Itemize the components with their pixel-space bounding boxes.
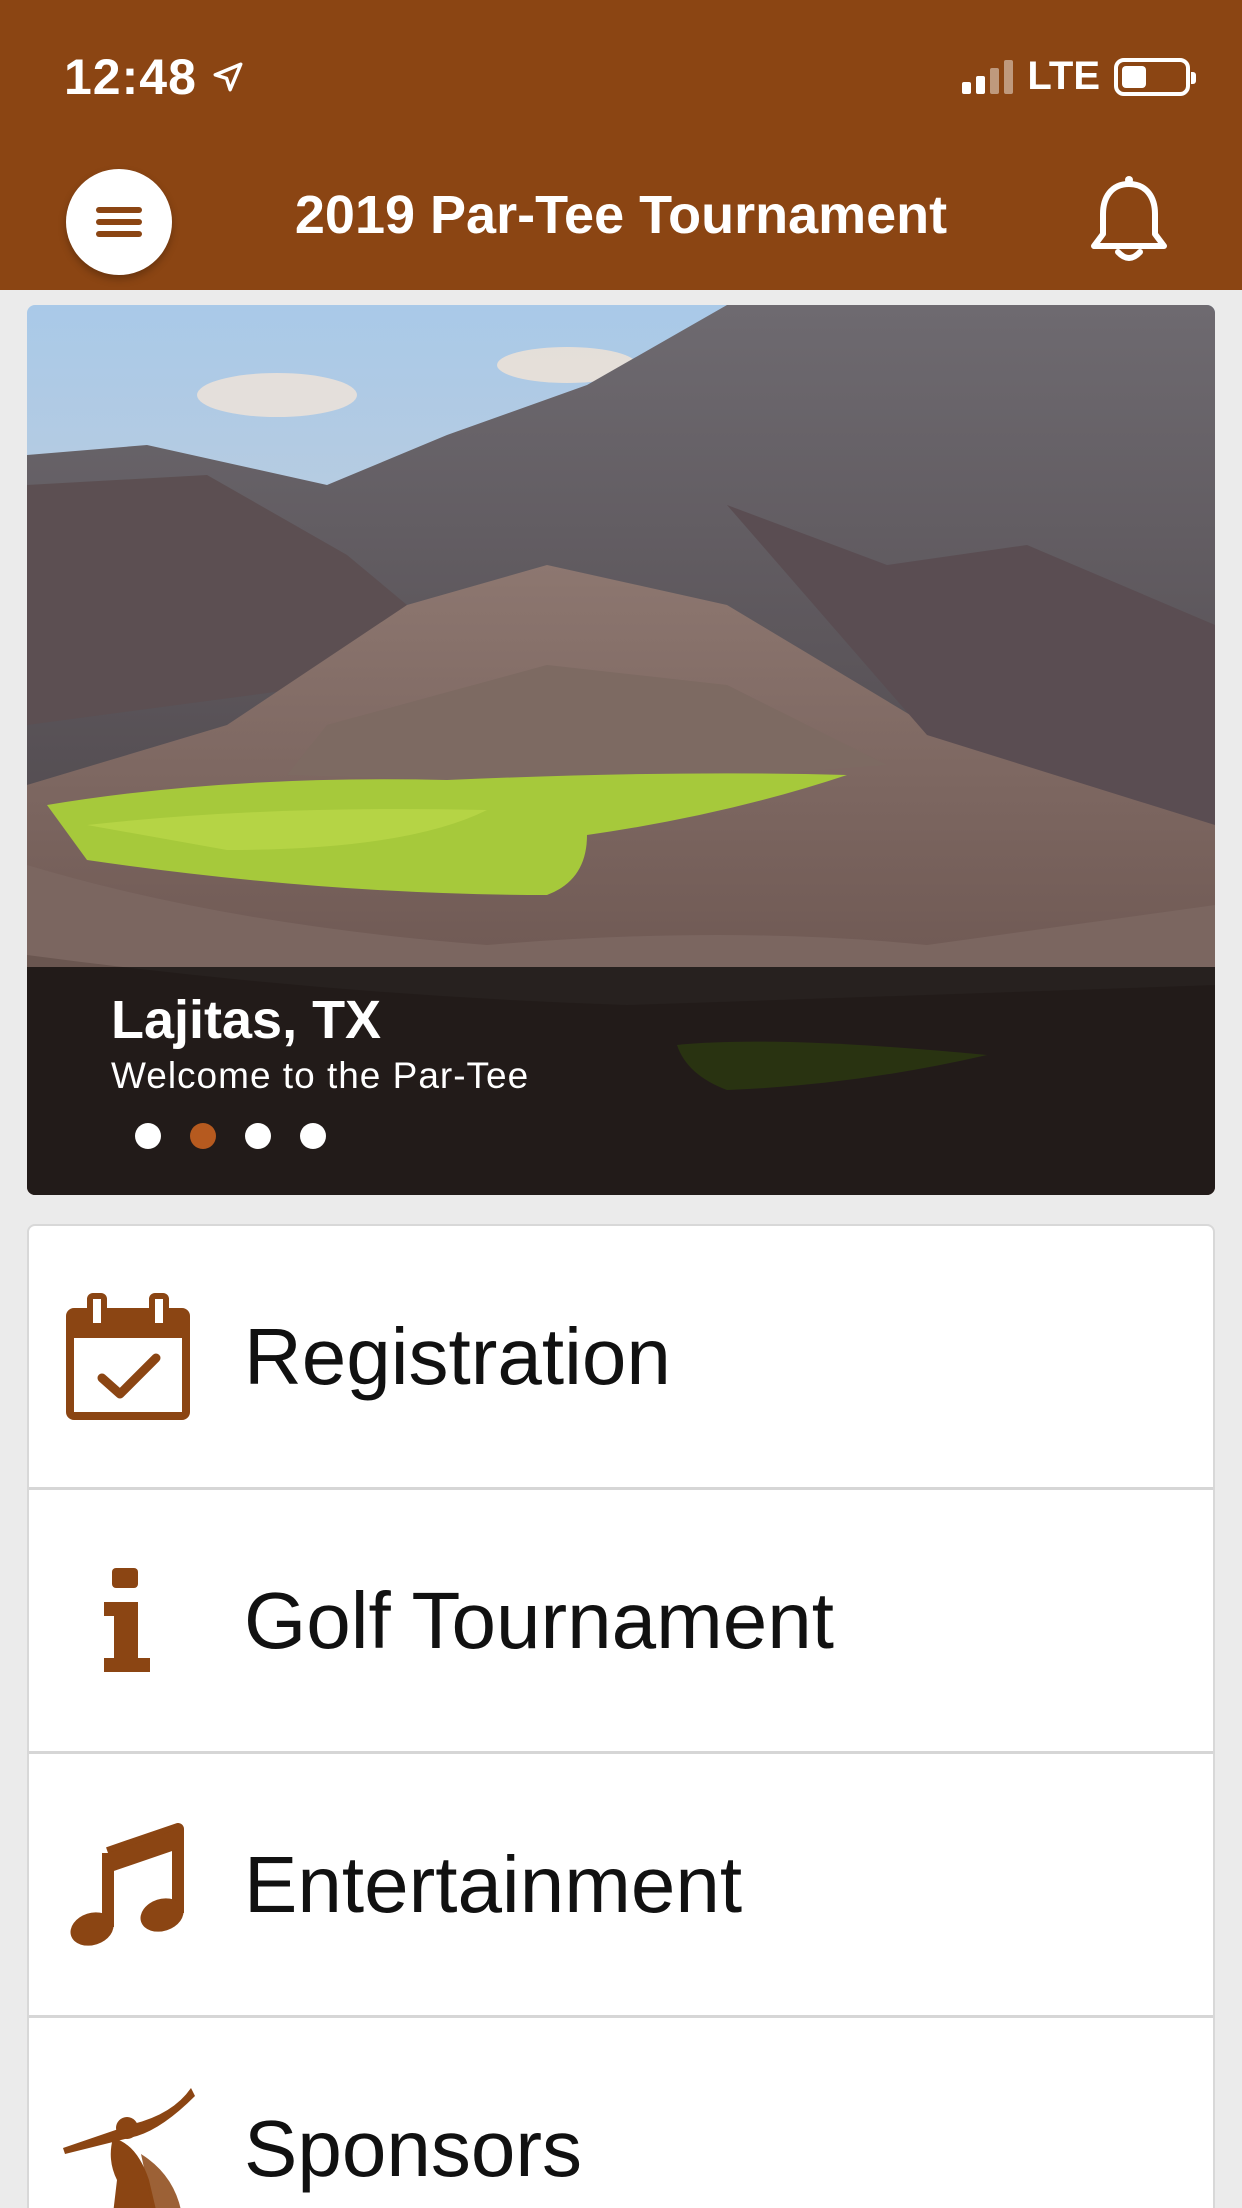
carousel-dot[interactable] xyxy=(245,1123,271,1149)
menu-item-label: Registration xyxy=(244,1311,671,1401)
carousel-dot[interactable] xyxy=(300,1123,326,1149)
menu-item-entertainment[interactable]: Entertainment xyxy=(29,1754,1213,2018)
status-time-text: 12:48 xyxy=(64,49,197,105)
music-note-icon xyxy=(53,1810,203,1960)
status-indicators: LTE xyxy=(962,54,1196,99)
horn-figure-icon xyxy=(53,2074,203,2208)
menu-item-label: Sponsors xyxy=(244,2103,582,2193)
hero-carousel[interactable]: Lajitas, TX Welcome to the Par-Tee xyxy=(27,305,1215,1195)
carousel-dot[interactable] xyxy=(135,1123,161,1149)
battery-icon xyxy=(1114,57,1196,96)
network-type: LTE xyxy=(1027,54,1100,98)
menu-item-registration[interactable]: Registration xyxy=(29,1226,1213,1490)
notification-bell-icon[interactable] xyxy=(1086,172,1172,266)
signal-icon xyxy=(962,59,1014,94)
hero-subtitle: Welcome to the Par-Tee xyxy=(111,1055,530,1096)
menu-item-golf-tournament[interactable]: Golf Tournament xyxy=(29,1490,1213,1754)
status-time: 12:48 xyxy=(64,48,245,106)
hero-title: Lajitas, TX xyxy=(111,990,382,1050)
menu-item-sponsors[interactable]: Sponsors xyxy=(29,2018,1213,2208)
menu-item-label: Golf Tournament xyxy=(244,1575,834,1665)
carousel-dot-active[interactable] xyxy=(190,1123,216,1149)
hero-caption: Lajitas, TX Welcome to the Par-Tee xyxy=(27,967,1215,1195)
menu-list: Registration Golf Tournament Entertainme… xyxy=(27,1224,1215,2208)
menu-item-label: Entertainment xyxy=(244,1839,743,1929)
carousel-pagination xyxy=(135,1123,326,1149)
app-header: 12:48 LTE 2019 Par-Tee Tournament xyxy=(0,0,1242,290)
page-title: 2019 Par-Tee Tournament xyxy=(294,185,948,245)
location-arrow-icon xyxy=(213,62,243,92)
calendar-check-icon xyxy=(53,1282,203,1432)
info-icon xyxy=(53,1546,203,1696)
